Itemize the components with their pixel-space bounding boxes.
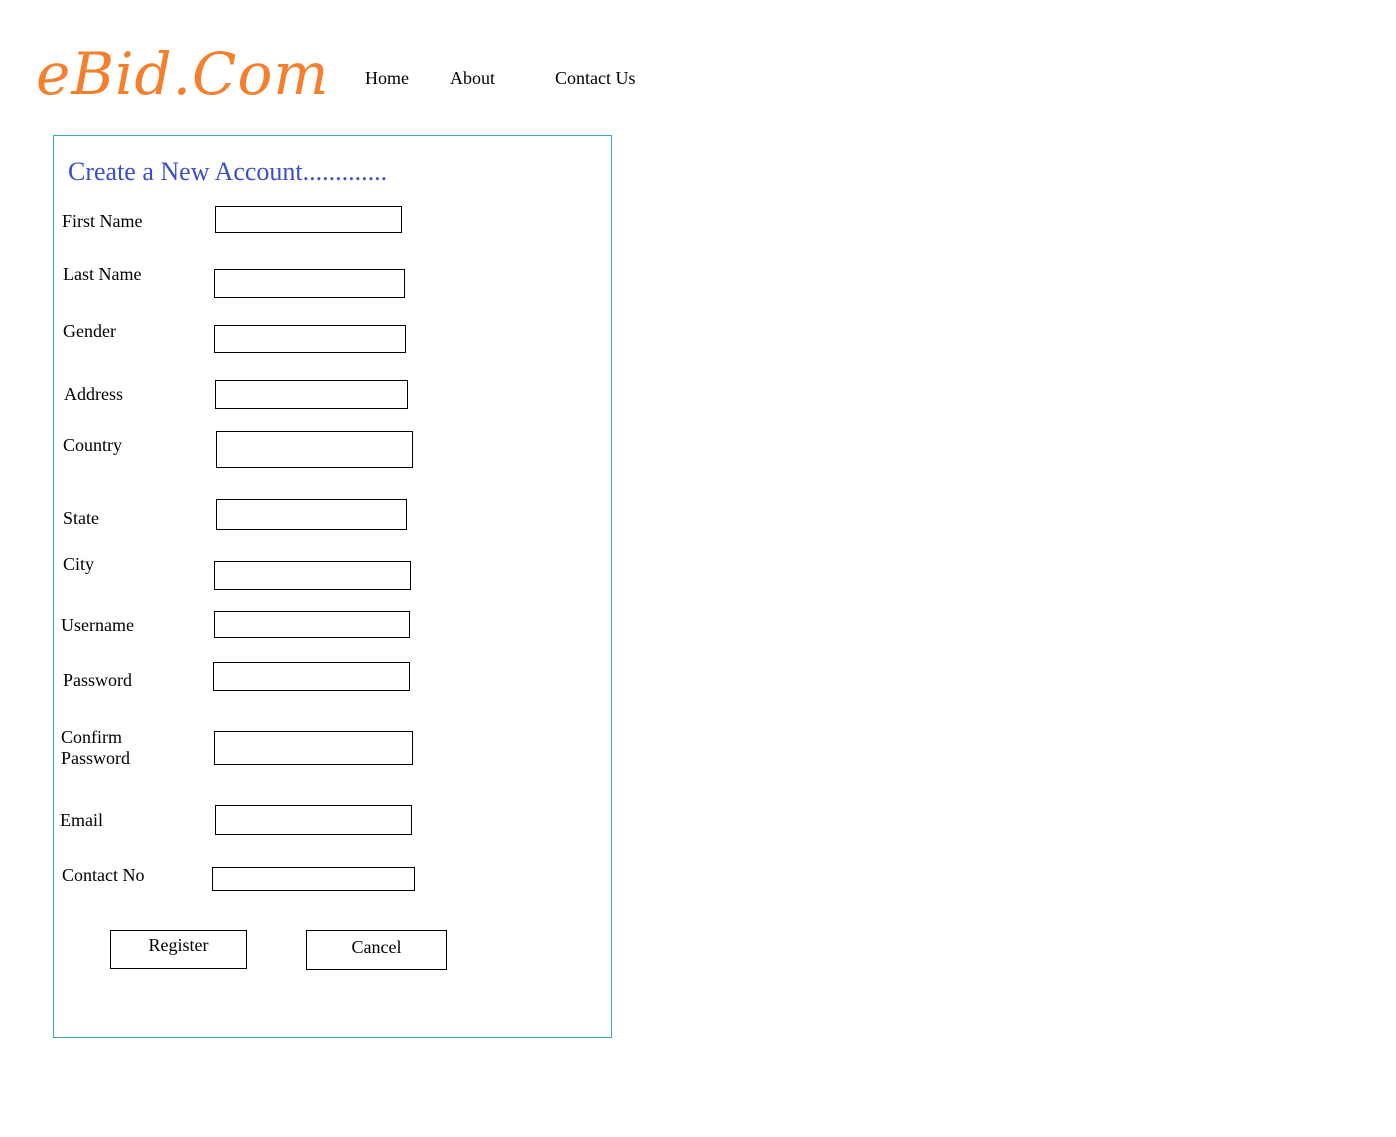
form-title: Create a New Account............. <box>68 157 388 186</box>
contact-no-input[interactable] <box>212 867 415 891</box>
cancel-button[interactable]: Cancel <box>306 930 447 970</box>
first-name-input[interactable] <box>215 206 402 233</box>
address-label: Address <box>64 384 123 404</box>
email-label: Email <box>60 810 103 830</box>
gender-input[interactable] <box>214 325 406 353</box>
city-input[interactable] <box>214 561 411 590</box>
username-input[interactable] <box>214 611 410 638</box>
username-label: Username <box>61 615 134 635</box>
register-button[interactable]: Register <box>110 930 247 969</box>
confirm-password-label-line2: Password <box>61 748 131 768</box>
nav-contact-link[interactable]: Contact Us <box>555 66 636 90</box>
password-input[interactable] <box>213 662 410 691</box>
first-name-label: First Name <box>62 211 143 231</box>
country-input[interactable] <box>216 431 413 468</box>
city-label: City <box>63 554 95 574</box>
last-name-label: Last Name <box>63 264 142 284</box>
gender-label: Gender <box>63 321 116 341</box>
nav-about-link[interactable]: About <box>450 66 495 90</box>
last-name-input[interactable] <box>214 269 405 298</box>
state-label: State <box>63 508 99 528</box>
email-input[interactable] <box>215 805 412 835</box>
confirm-password-input[interactable] <box>214 731 413 765</box>
confirm-password-label-line1: Confirm <box>61 727 122 747</box>
country-label: Country <box>63 435 123 455</box>
state-input[interactable] <box>216 499 407 530</box>
contact-no-label: Contact No <box>62 865 145 885</box>
password-label: Password <box>63 670 133 690</box>
site-logo[interactable]: eBid.Com <box>36 38 329 110</box>
nav-home-link[interactable]: Home <box>365 66 409 90</box>
address-input[interactable] <box>215 380 408 409</box>
